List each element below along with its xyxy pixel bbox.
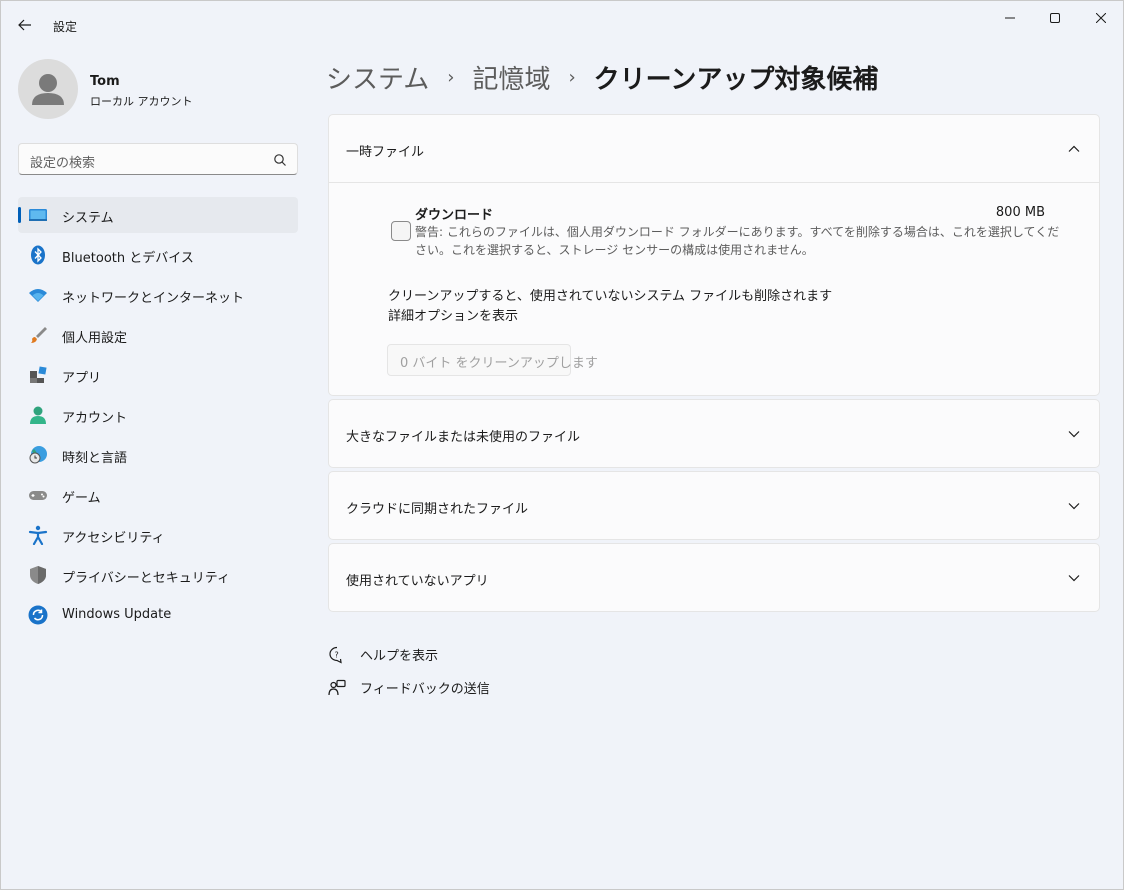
sidebar-item-accounts[interactable]: アカウント: [18, 397, 298, 433]
search-input[interactable]: 設定の検索: [18, 143, 298, 175]
sidebar-item-gaming[interactable]: ゲーム: [18, 477, 298, 513]
gamepad-icon: [29, 491, 47, 500]
page-title: クリーンアップ対象候補: [593, 64, 879, 95]
shield-icon: [30, 566, 46, 584]
sidebar-item-label: 個人用設定: [62, 331, 128, 346]
unused-apps-title: 使用されていないアプリ: [346, 574, 489, 589]
cloud-files-title: クラウドに同期されたファイル: [346, 502, 529, 517]
sidebar-item-privacy[interactable]: プライバシーとセキュリティ: [18, 557, 298, 593]
cleanup-button[interactable]: 0 バイト をクリーンアップします: [387, 344, 598, 376]
sidebar-item-time-language[interactable]: 時刻と言語: [18, 437, 298, 473]
sidebar-item-label: ネットワークとインターネット: [62, 291, 245, 306]
sidebar-nav: システム Bluetooth とデバイス ネットワークとインターネット 個人用設…: [18, 197, 298, 637]
sidebar-item-system[interactable]: システム: [18, 197, 298, 233]
feedback-icon: [328, 679, 346, 695]
settings-window: 設定 Tom ローカル アカウント 設定の検索 システム Bluetooth と…: [0, 0, 1124, 890]
downloads-title: ダウンロード: [415, 208, 494, 223]
temp-files-header[interactable]: 一時ファイル: [329, 115, 1099, 182]
back-button[interactable]: [11, 13, 39, 37]
temp-files-card: 一時ファイル ダウンロード 800 MB 警告: これらのファイルは、個人用ダウ…: [328, 114, 1100, 396]
sidebar-item-label: Bluetooth とデバイス: [62, 251, 194, 266]
large-files-header[interactable]: 大きなファイルまたは未使用のファイル: [329, 400, 1099, 467]
minimize-icon: [1005, 17, 1015, 19]
brush-icon: [31, 327, 47, 343]
chevron-up-icon: [1068, 145, 1080, 152]
unused-apps-header[interactable]: 使用されていないアプリ: [329, 544, 1099, 611]
cleanup-button-label: 0 バイト をクリーンアップします: [400, 356, 598, 371]
downloads-checkbox[interactable]: [391, 221, 411, 241]
breadcrumb-storage[interactable]: 記憶域: [472, 59, 550, 96]
large-files-card[interactable]: 大きなファイルまたは未使用のファイル: [328, 399, 1100, 468]
user-profile[interactable]: Tom ローカル アカウント: [18, 59, 288, 119]
accessibility-icon: [28, 525, 48, 545]
search-placeholder: 設定の検索: [30, 156, 96, 171]
sidebar-item-label: 時刻と言語: [62, 451, 128, 466]
sidebar-item-personalization[interactable]: 個人用設定: [18, 317, 298, 353]
chevron-down-icon: [1068, 431, 1080, 438]
cloud-files-card[interactable]: クラウドに同期されたファイル: [328, 471, 1100, 540]
downloads-size: 800 MB: [995, 205, 1045, 220]
cleanup-note: クリーンアップすると、使用されていないシステム ファイルも削除されます: [388, 289, 833, 304]
arrow-left-icon: [18, 19, 31, 31]
minimize-button[interactable]: [987, 1, 1033, 35]
breadcrumb: システム › 記憶域 › クリーンアップ対象候補: [326, 59, 878, 95]
search-icon: [274, 154, 286, 166]
system-icon: [29, 209, 47, 221]
chevron-down-icon: [1068, 575, 1080, 582]
sidebar-item-label: アプリ: [62, 371, 102, 386]
temp-files-body: ダウンロード 800 MB 警告: これらのファイルは、個人用ダウンロード フォ…: [329, 182, 1099, 395]
sidebar-item-network[interactable]: ネットワークとインターネット: [18, 277, 298, 313]
svg-text:?: ?: [335, 650, 339, 659]
sidebar-item-label: Windows Update: [62, 607, 172, 622]
sidebar-item-label: アカウント: [62, 411, 128, 426]
large-files-title: 大きなファイルまたは未使用のファイル: [346, 430, 581, 445]
sidebar-item-accessibility[interactable]: アクセシビリティ: [18, 517, 298, 553]
sidebar-item-windows-update[interactable]: Windows Update: [18, 597, 298, 633]
bluetooth-icon: [31, 245, 45, 265]
user-avatar-icon: [32, 74, 64, 105]
app-title: 設定: [53, 20, 78, 34]
help-link[interactable]: ? ヘルプを表示: [328, 645, 438, 664]
downloads-warning: 警告: これらのファイルは、個人用ダウンロード フォルダーにあります。すべてを削…: [415, 225, 1060, 257]
breadcrumb-system[interactable]: システム: [326, 59, 429, 96]
sidebar-item-apps[interactable]: アプリ: [18, 357, 298, 393]
sidebar-item-label: プライバシーとセキュリティ: [62, 571, 230, 586]
user-name: Tom: [90, 74, 120, 89]
maximize-button[interactable]: [1032, 1, 1078, 35]
update-icon: [28, 605, 48, 625]
help-icon: ?: [329, 646, 342, 664]
temp-files-title: 一時ファイル: [346, 145, 425, 160]
advanced-options-link[interactable]: 詳細オプションを表示: [388, 305, 518, 324]
avatar: [18, 59, 78, 119]
feedback-link-label: フィードバックの送信: [360, 682, 490, 697]
title-bar: 設定: [1, 1, 1123, 45]
account-icon: [30, 406, 46, 424]
apps-icon: [30, 366, 47, 383]
breadcrumb-separator: ›: [568, 66, 576, 88]
maximize-icon: [1050, 13, 1060, 23]
sidebar-item-label: システム: [62, 211, 114, 226]
chevron-down-icon: [1068, 503, 1080, 510]
wifi-icon: [29, 289, 47, 302]
close-icon: [1096, 13, 1106, 23]
help-link-label: ヘルプを表示: [360, 649, 439, 664]
unused-apps-card[interactable]: 使用されていないアプリ: [328, 543, 1100, 612]
time-language-icon: [29, 446, 47, 464]
sidebar-item-bluetooth[interactable]: Bluetooth とデバイス: [18, 237, 298, 273]
sidebar-item-label: ゲーム: [62, 491, 101, 506]
account-type: ローカル アカウント: [90, 95, 193, 108]
breadcrumb-separator: ›: [447, 66, 455, 88]
feedback-link[interactable]: フィードバックの送信: [328, 678, 490, 697]
cloud-files-header[interactable]: クラウドに同期されたファイル: [329, 472, 1099, 539]
close-button[interactable]: [1078, 1, 1124, 35]
sidebar-item-label: アクセシビリティ: [62, 531, 165, 546]
